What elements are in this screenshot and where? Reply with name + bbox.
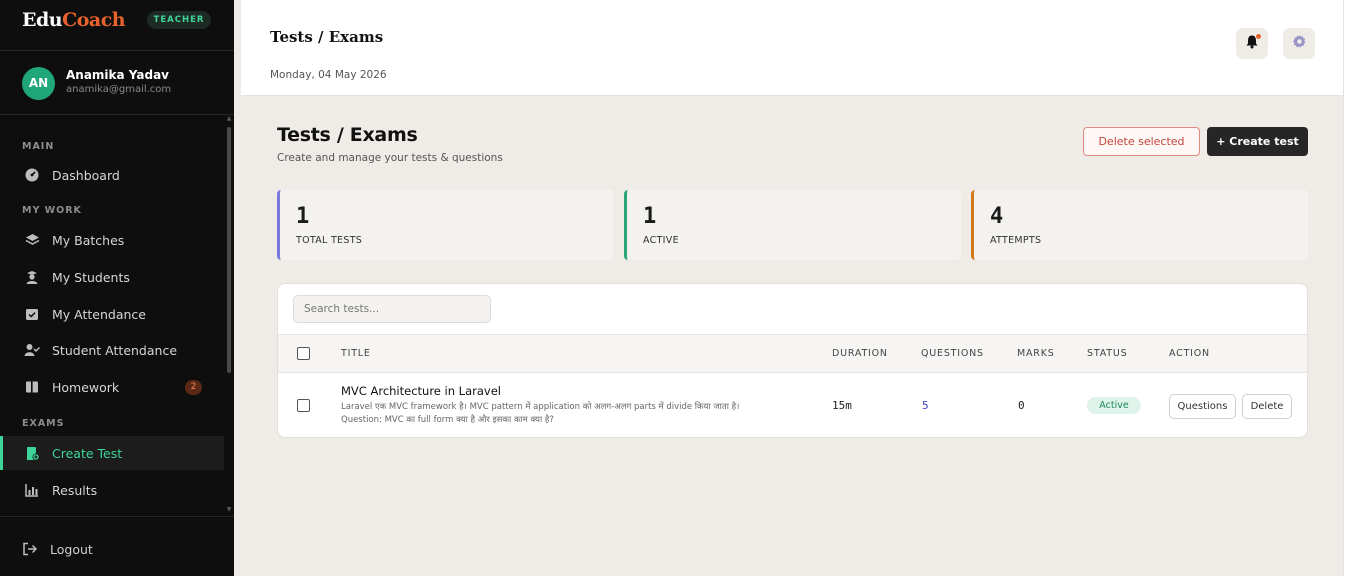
sidebar-item-label: My Students: [52, 269, 130, 285]
sidebar-item-create-test[interactable]: Create Test: [0, 436, 224, 470]
sidebar-item-label: My Batches: [52, 232, 125, 248]
stat-card-active: 1 ACTIVE: [624, 190, 961, 260]
sidebar-item-my-attendance[interactable]: My Attendance: [0, 297, 224, 331]
brand-name-part1: Edu: [22, 9, 63, 31]
calendar-check-icon: [24, 306, 40, 322]
role-badge: TEACHER: [147, 11, 211, 29]
page-title: Tests / Exams: [277, 124, 418, 146]
sidebar-item-label: Student Attendance: [52, 342, 178, 358]
logout-icon: [22, 541, 38, 557]
homework-count-badge: 2: [185, 379, 202, 395]
sidebar-item-my-students[interactable]: My Students: [0, 260, 224, 294]
layers-icon: [24, 232, 40, 248]
sidebar-item-label: My Attendance: [52, 306, 146, 322]
column-header-duration: DURATION: [832, 348, 888, 359]
section-label-main: MAIN: [22, 141, 55, 152]
column-header-action: ACTION: [1169, 348, 1210, 359]
brand-logo[interactable]: EduCoach: [22, 9, 126, 31]
sidebar-item-student-attendance[interactable]: Student Attendance: [0, 333, 224, 367]
stat-label: ACTIVE: [643, 235, 679, 246]
brand-name-part2: Coach: [62, 9, 126, 31]
search-input[interactable]: [293, 295, 491, 323]
delete-button[interactable]: Delete: [1242, 394, 1292, 419]
create-test-button[interactable]: + Create test: [1207, 127, 1308, 156]
divider: [0, 114, 234, 115]
divider: [0, 516, 234, 517]
test-marks: 0: [1018, 399, 1025, 412]
table-header: TITLE DURATION QUESTIONS MARKS STATUS AC…: [278, 334, 1307, 373]
row-checkbox[interactable]: [297, 399, 310, 412]
select-all-checkbox[interactable]: [297, 347, 310, 360]
status-badge: Active: [1087, 397, 1141, 414]
column-header-marks: MARKS: [1017, 348, 1055, 359]
test-title[interactable]: MVC Architecture in Laravel: [341, 384, 501, 398]
divider: [0, 50, 234, 51]
stat-label: ATTEMPTS: [990, 235, 1042, 246]
user-check-icon: [24, 342, 40, 358]
user-name: Anamika Yadav: [66, 68, 169, 82]
header-title: Tests / Exams: [270, 28, 384, 46]
stat-label: TOTAL TESTS: [296, 235, 363, 246]
top-header: Tests / Exams Monday, 04 May 2026: [241, 0, 1343, 96]
settings-button[interactable]: [1283, 28, 1315, 59]
scroll-down-arrow[interactable]: ▼: [226, 507, 232, 513]
test-questions-count: 5: [922, 399, 929, 412]
questions-button[interactable]: Questions: [1169, 394, 1236, 419]
sidebar-item-results[interactable]: Results: [0, 473, 224, 507]
stat-value: 4: [990, 204, 1004, 229]
scroll-up-arrow[interactable]: ▲: [226, 116, 232, 122]
tests-table-panel: TITLE DURATION QUESTIONS MARKS STATUS AC…: [277, 283, 1308, 438]
bar-chart-icon: [24, 482, 40, 498]
stat-value: 1: [643, 204, 657, 229]
sidebar: EduCoach TEACHER AN Anamika Yadav anamik…: [0, 0, 234, 576]
column-header-questions: QUESTIONS: [921, 348, 984, 359]
avatar[interactable]: AN: [22, 67, 55, 100]
sidebar-scrollbar[interactable]: [227, 127, 231, 373]
logout-label: Logout: [50, 541, 93, 557]
test-duration: 15m: [832, 399, 852, 412]
stat-card-attempts: 4 ATTEMPTS: [971, 190, 1308, 260]
section-label-exams: EXAMS: [22, 418, 65, 429]
stat-card-total-tests: 1 TOTAL TESTS: [277, 190, 614, 260]
header-date: Monday, 04 May 2026: [270, 69, 387, 81]
test-description: Laravel एक MVC framework है। MVC pattern…: [341, 402, 740, 425]
page-scrollbar-track: [1343, 0, 1356, 576]
column-header-status: STATUS: [1087, 348, 1128, 359]
user-email: anamika@gmail.com: [66, 84, 172, 95]
book-icon: [24, 379, 40, 395]
notification-dot: [1256, 34, 1261, 39]
page-subtitle: Create and manage your tests & questions: [277, 152, 503, 164]
student-icon: [24, 269, 40, 285]
delete-selected-button[interactable]: Delete selected: [1083, 127, 1200, 156]
file-add-icon: [24, 445, 40, 461]
sidebar-item-label: Dashboard: [52, 167, 120, 183]
stat-value: 1: [296, 204, 310, 229]
dashboard-icon: [24, 167, 40, 183]
column-header-title: TITLE: [341, 348, 371, 359]
sidebar-item-label: Homework: [52, 379, 120, 395]
sidebar-item-my-batches[interactable]: My Batches: [0, 223, 224, 257]
sidebar-item-dashboard[interactable]: Dashboard: [0, 158, 224, 192]
logout-button[interactable]: Logout: [22, 538, 93, 560]
sidebar-item-homework[interactable]: Homework 2: [0, 370, 224, 404]
gear-icon: [1292, 34, 1307, 53]
section-label-my-work: MY WORK: [22, 205, 82, 216]
sidebar-item-label: Results: [52, 482, 98, 498]
sidebar-item-label: Create Test: [52, 445, 123, 461]
notifications-button[interactable]: [1236, 28, 1268, 59]
